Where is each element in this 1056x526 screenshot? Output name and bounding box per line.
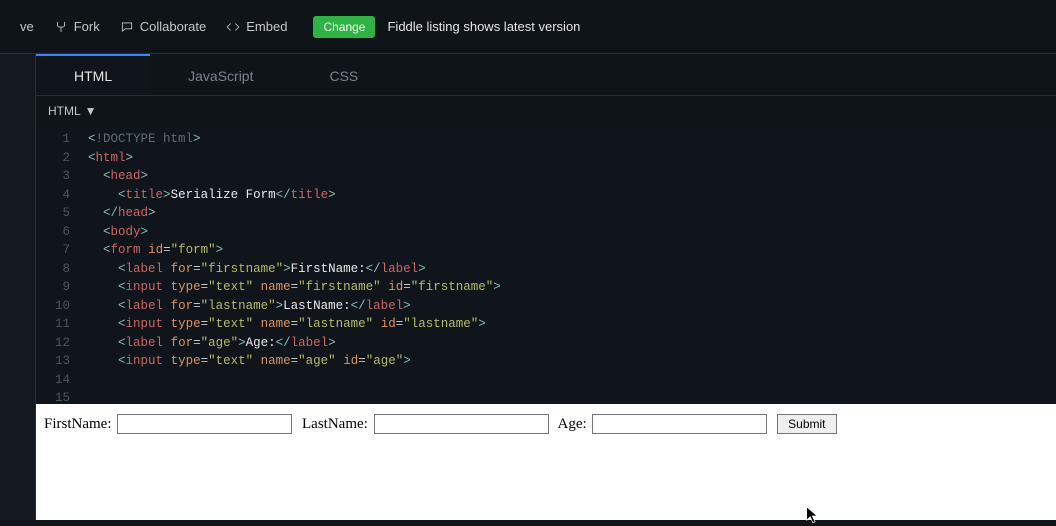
collaborate-label: Collaborate [140, 19, 207, 34]
firstname-label: FirstName: [44, 416, 112, 432]
line-number: 1 [40, 130, 70, 149]
submit-button[interactable]: Submit [777, 414, 836, 434]
line-number: 11 [40, 315, 70, 334]
line-gutter: 1 2 3 4 5 6 7 8 9 10 11 12 13 14 15 [36, 126, 80, 404]
line-number: 5 [40, 204, 70, 223]
code-body[interactable]: <!DOCTYPE html><html> <head> <title>Seri… [80, 126, 1056, 404]
save-button[interactable]: ve [10, 13, 44, 40]
age-label: Age: [558, 416, 587, 432]
age-input[interactable] [592, 414, 767, 434]
line-number: 6 [40, 223, 70, 242]
embed-icon [226, 20, 240, 34]
editor-pane: HTML JavaScript CSS HTML ▼ 1 2 3 4 5 6 7… [36, 54, 1056, 404]
left-sidebar [0, 54, 36, 520]
save-label: ve [20, 19, 34, 34]
listing-text: Fiddle listing shows latest version [387, 19, 580, 34]
line-number: 10 [40, 297, 70, 316]
line-number: 9 [40, 278, 70, 297]
fork-button[interactable]: Fork [44, 13, 110, 40]
chat-icon [120, 20, 134, 34]
tab-html[interactable]: HTML [36, 54, 150, 95]
line-number: 15 [40, 389, 70, 404]
line-number: 4 [40, 186, 70, 205]
code-editor[interactable]: 1 2 3 4 5 6 7 8 9 10 11 12 13 14 15 <!DO… [36, 126, 1056, 404]
fork-label: Fork [74, 19, 100, 34]
line-number: 7 [40, 241, 70, 260]
change-label: Change [323, 20, 365, 34]
tab-javascript[interactable]: JavaScript [150, 54, 291, 95]
line-number: 8 [40, 260, 70, 279]
editor-tabs: HTML JavaScript CSS [36, 54, 1056, 96]
line-number: 12 [40, 334, 70, 353]
lastname-input[interactable] [374, 414, 549, 434]
line-number: 2 [40, 149, 70, 168]
preview-pane: FirstName: LastName: Age: Submit [36, 404, 1056, 520]
tab-html-label: HTML [74, 68, 112, 84]
line-number: 3 [40, 167, 70, 186]
language-selector-label: HTML [48, 104, 81, 118]
change-button[interactable]: Change [313, 16, 375, 38]
embed-label: Embed [246, 19, 287, 34]
fork-icon [54, 20, 68, 34]
tab-css-label: CSS [329, 68, 358, 84]
lastname-label: LastName: [302, 416, 368, 432]
toolbar: ve Fork Collaborate Embed Change Fiddle … [0, 0, 1056, 54]
submit-label: Submit [788, 417, 825, 431]
tab-css[interactable]: CSS [291, 54, 396, 95]
collaborate-button[interactable]: Collaborate [110, 13, 217, 40]
embed-button[interactable]: Embed [216, 13, 297, 40]
caret-down-icon: ▼ [85, 104, 97, 118]
line-number: 13 [40, 352, 70, 371]
line-number: 14 [40, 371, 70, 390]
firstname-input[interactable] [117, 414, 292, 434]
tab-javascript-label: JavaScript [188, 68, 253, 84]
language-selector[interactable]: HTML ▼ [36, 96, 1056, 126]
